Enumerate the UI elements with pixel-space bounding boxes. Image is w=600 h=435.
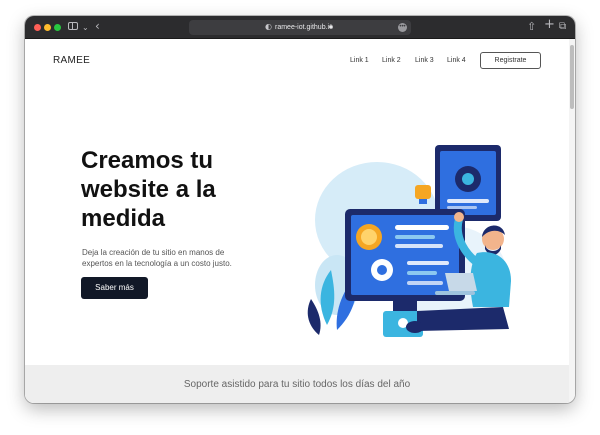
screen-line <box>395 225 449 230</box>
lamp-icon <box>415 185 431 199</box>
brand-logo[interactable]: RAMEE <box>53 55 90 66</box>
hero-title-line: medida <box>81 205 166 232</box>
plus-icon[interactable]: + <box>544 18 555 32</box>
more-icon[interactable]: ••• <box>398 23 407 32</box>
tabs-icon[interactable]: ⧉ <box>559 20 566 34</box>
chevron-down-icon[interactable]: ⌄ <box>82 21 89 35</box>
leaf-icon <box>307 299 321 335</box>
hero-subtitle-line: expertos en la tecnología a un costo jus… <box>82 259 232 268</box>
lock-icon: 🔒︎ <box>329 22 333 30</box>
nav-link-3[interactable]: Link 3 <box>415 57 434 64</box>
sidebar-icon[interactable] <box>68 22 78 30</box>
web-page: RAMEE Link 1 Link 2 Link 3 Link 4 Regist… <box>25 39 569 403</box>
page-scrollbar[interactable] <box>569 39 575 403</box>
minimize-window-button[interactable] <box>44 24 51 31</box>
person-hand <box>454 212 464 222</box>
saber-mas-button[interactable]: Saber más <box>81 277 148 299</box>
person-legs <box>417 307 509 331</box>
hero-subtitle-line: Deja la creación de tu sitio en manos de <box>82 248 225 257</box>
person-shoe <box>406 321 424 333</box>
screen-line <box>407 281 443 285</box>
support-text: Soporte asistido para tu sitio todos los… <box>183 379 411 390</box>
screen-line <box>395 244 443 248</box>
hero-title-line: website a la <box>81 176 216 203</box>
register-button[interactable]: Registrate <box>480 52 541 69</box>
address-text: ramee-iot.github.io <box>275 24 333 31</box>
screen-line <box>447 199 489 203</box>
gear-center <box>462 173 474 185</box>
nav-link-4[interactable]: Link 4 <box>447 57 466 64</box>
screen-line <box>447 206 477 209</box>
gear-center <box>377 265 387 275</box>
share-icon[interactable]: ⇧ <box>527 20 536 34</box>
address-bar[interactable]: ◐ ramee-iot.github.io 🔒︎ ••• <box>189 20 411 35</box>
zoom-window-button[interactable] <box>54 24 61 31</box>
hero-subtitle: Deja la creación de tu sitio en manos de… <box>82 247 252 269</box>
screen-line <box>407 271 437 275</box>
hero-title-line: Creamos tu <box>81 147 214 174</box>
hero-illustration <box>307 145 511 337</box>
nav-link-1[interactable]: Link 1 <box>350 57 369 64</box>
support-banner: Soporte asistido para tu sitio todos los… <box>25 365 569 403</box>
laptop-screen <box>445 273 477 291</box>
scrollbar-thumb[interactable] <box>570 45 574 109</box>
hero-title: Creamos tu website a la medida <box>81 146 281 233</box>
browser-titlebar: ⌄ ‹ ◐ ramee-iot.github.io 🔒︎ ••• ⇧ + ⧉ <box>25 16 575 39</box>
sun-center <box>361 229 377 245</box>
nav-link-2[interactable]: Link 2 <box>382 57 401 64</box>
close-window-button[interactable] <box>34 24 41 31</box>
laptop <box>435 291 475 295</box>
browser-window: ⌄ ‹ ◐ ramee-iot.github.io 🔒︎ ••• ⇧ + ⧉ R… <box>25 16 575 403</box>
screen-line <box>407 261 449 265</box>
back-icon[interactable]: ‹ <box>95 19 100 33</box>
monitor-stand <box>393 301 417 311</box>
shield-icon: ◐ <box>265 22 272 31</box>
screen-line <box>395 235 435 239</box>
lamp-base <box>419 199 427 204</box>
